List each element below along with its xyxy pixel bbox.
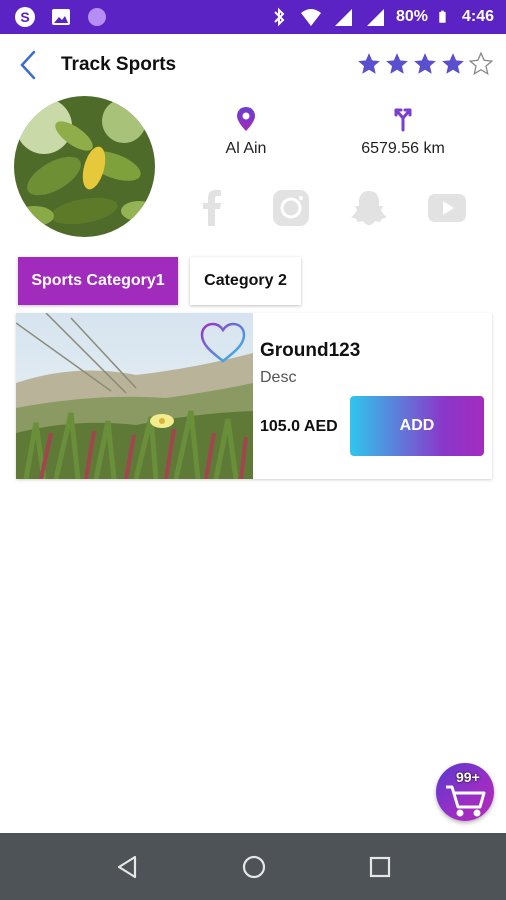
bluetooth-icon [274, 7, 285, 27]
ground-card[interactable]: Ground123 Desc 105.0 AED ADD [16, 313, 492, 479]
tab-sports-category1[interactable]: Sports Category1 [18, 257, 178, 305]
ground-name: Ground123 [260, 340, 361, 361]
image-notification-icon [52, 9, 70, 25]
battery-icon [439, 10, 446, 23]
profile-avatar [14, 96, 155, 237]
youtube-icon[interactable] [426, 187, 468, 229]
facebook-icon[interactable] [192, 187, 234, 229]
distance-label: 6579.56 km [361, 140, 445, 157]
wifi-icon [300, 9, 321, 26]
ground-desc: Desc [260, 369, 297, 386]
star-filled-icon [358, 53, 380, 74]
city-label: Al Ain [225, 140, 267, 157]
star-rating [356, 51, 494, 77]
favorite-heart-icon[interactable] [200, 322, 246, 364]
signal-icon [334, 9, 352, 26]
back-arrow-icon[interactable] [14, 48, 46, 82]
star-filled-icon [442, 53, 464, 74]
location-pin-icon [237, 107, 255, 131]
distance-stat: 6579.56 km [348, 106, 458, 158]
app-notification-icon: S [15, 7, 35, 27]
social-links [192, 187, 468, 229]
ground-price: 105.0 AED [260, 418, 338, 435]
star-filled-icon [414, 53, 436, 74]
svg-text:S: S [20, 9, 29, 25]
page-title: Track Sports [61, 54, 177, 75]
clock-time: 4:46 [461, 8, 494, 25]
instagram-icon[interactable] [270, 187, 312, 229]
snapchat-icon[interactable] [348, 187, 390, 229]
city-stat: Al Ain [196, 106, 296, 158]
cart-count-badge: 99+ [456, 769, 480, 785]
app-header: Track Sports [0, 34, 506, 98]
signal-icon-2 [366, 9, 384, 26]
status-bar: S 80% 4:46 [0, 0, 506, 34]
status-bar-notifications: S [14, 6, 108, 28]
star-filled-icon [386, 53, 408, 74]
circle-notification-icon [88, 8, 106, 26]
nav-recents-icon[interactable] [366, 853, 394, 881]
direction-fork-icon [394, 108, 412, 132]
battery-percent: 80% [395, 8, 428, 25]
nav-home-icon[interactable] [240, 853, 268, 881]
system-nav-bar [0, 833, 506, 900]
tab-category-2[interactable]: Category 2 [190, 257, 301, 305]
star-empty-icon [468, 51, 494, 76]
nav-back-icon[interactable] [113, 853, 141, 881]
cart-button[interactable]: 99+ [436, 763, 494, 821]
add-button[interactable]: ADD [350, 396, 484, 456]
